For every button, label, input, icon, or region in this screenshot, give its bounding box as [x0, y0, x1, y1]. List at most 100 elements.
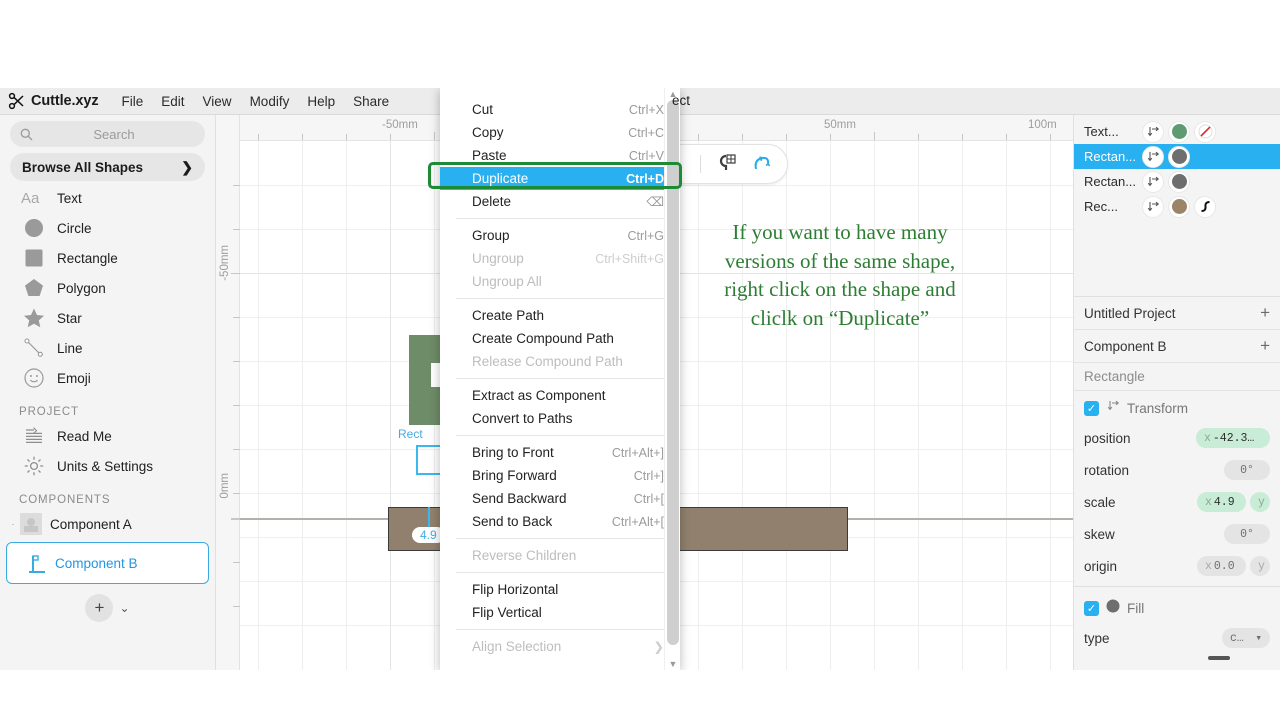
add-project-item-button[interactable]: +: [1260, 303, 1270, 323]
menu-item-bring-forward[interactable]: Bring Forward Ctrl+]: [440, 464, 680, 487]
field-label: scale: [1084, 494, 1116, 510]
search-input[interactable]: Search: [10, 121, 205, 147]
origin-y-input[interactable]: y: [1250, 556, 1270, 576]
sidebar-component-b[interactable]: Component B: [6, 542, 209, 584]
menu-item-paste[interactable]: Paste Ctrl+V: [440, 144, 680, 167]
transform-checkbox[interactable]: ✓: [1084, 401, 1099, 416]
menu-item-create-compound-path[interactable]: Create Compound Path: [440, 327, 680, 350]
transform-icon[interactable]: [1142, 195, 1164, 218]
sidebar-item-emoji[interactable]: Emoji: [0, 363, 215, 393]
add-component-button[interactable]: +: [85, 594, 114, 622]
menu-modify[interactable]: Modify: [241, 92, 299, 111]
scroll-down-arrow-icon[interactable]: ▼: [665, 658, 680, 670]
app-brand[interactable]: Cuttle.xyz: [31, 93, 99, 109]
menu-item-cut[interactable]: Cut Ctrl+X: [440, 98, 680, 121]
menu-item-create-path[interactable]: Create Path: [440, 304, 680, 327]
snap-to-grid-icon[interactable]: [715, 153, 737, 175]
menu-item-send-backward[interactable]: Send Backward Ctrl+[: [440, 487, 680, 510]
field-origin: origin x 0.0 y: [1074, 550, 1280, 582]
scissors-icon[interactable]: [8, 92, 26, 110]
menu-help[interactable]: Help: [298, 92, 344, 111]
fill-swatch-icon[interactable]: [1106, 599, 1120, 618]
fill-color-bar[interactable]: [1074, 656, 1280, 660]
menu-file[interactable]: File: [113, 92, 153, 111]
fill-swatch[interactable]: [1168, 195, 1190, 218]
sidebar-component-a[interactable]: · Component A: [0, 509, 215, 539]
transform-icon[interactable]: [1142, 170, 1164, 193]
menu-item-delete[interactable]: Delete ⌫: [440, 190, 680, 213]
menu-item-extract-as-component[interactable]: Extract as Component: [440, 384, 680, 407]
menu-item-copy[interactable]: Copy Ctrl+C: [440, 121, 680, 144]
browse-all-shapes-button[interactable]: Browse All Shapes ❯: [10, 153, 205, 181]
stroke-curve-icon[interactable]: [1194, 195, 1216, 218]
sidebar-item-line[interactable]: Line: [0, 333, 215, 363]
position-x-input[interactable]: x -42.3…: [1196, 428, 1270, 448]
rotation-input[interactable]: 0°: [1224, 460, 1270, 480]
field-value: 0°: [1240, 527, 1254, 541]
context-menu[interactable]: ▲ ▼ Cut Ctrl+X Copy Ctrl+C Paste Ctrl+V …: [440, 88, 680, 670]
component-row[interactable]: Component B +: [1074, 330, 1280, 363]
menu-share[interactable]: Share: [344, 92, 398, 111]
toolbar-separator: [700, 155, 701, 173]
scale-x-input[interactable]: x 4.9: [1197, 492, 1246, 512]
context-menu-scrollbar[interactable]: ▲ ▼: [664, 88, 680, 670]
no-stroke-icon[interactable]: [1194, 120, 1216, 143]
fill-type-select[interactable]: c… ▾: [1222, 628, 1270, 648]
sidebar-item-star[interactable]: Star: [0, 303, 215, 333]
menu-edit[interactable]: Edit: [152, 92, 193, 111]
field-label: rotation: [1084, 462, 1130, 478]
scale-y-input[interactable]: y: [1250, 492, 1270, 512]
menu-item-duplicate[interactable]: Duplicate Ctrl+D: [440, 167, 680, 190]
menu-item-label: Paste: [472, 148, 507, 163]
sidebar-item-circle[interactable]: Circle: [0, 213, 215, 243]
scrollbar-thumb[interactable]: [667, 100, 679, 645]
rectangle-icon: [19, 246, 49, 270]
menu-item-send-to-back[interactable]: Send to Back Ctrl+Alt+[: [440, 510, 680, 533]
transform-icon[interactable]: [1142, 120, 1164, 143]
fill-checkbox[interactable]: ✓: [1084, 601, 1099, 616]
text-aa-icon: Aa: [19, 186, 49, 210]
sidebar-item-read-me[interactable]: Read Me: [0, 421, 215, 451]
field-rotation: rotation 0°: [1074, 454, 1280, 486]
field-label: origin: [1084, 558, 1118, 574]
layer-row-text[interactable]: Text...: [1074, 119, 1280, 144]
transform-icon: [1106, 399, 1120, 418]
menu-item-convert-to-paths[interactable]: Convert to Paths: [440, 407, 680, 430]
menu-item-label: Group: [472, 228, 510, 243]
layer-row-rectangle-selected[interactable]: Rectan...: [1074, 144, 1280, 169]
layer-row-rect[interactable]: Rec...: [1074, 194, 1280, 219]
layer-row-rectangle[interactable]: Rectan...: [1074, 169, 1280, 194]
chevron-down-icon[interactable]: ⌄: [119, 601, 129, 615]
fill-swatch[interactable]: [1168, 170, 1190, 193]
transform-icon[interactable]: [1142, 145, 1164, 168]
pen-path-icon[interactable]: [751, 153, 773, 175]
fill-swatch[interactable]: [1168, 120, 1190, 143]
browse-all-shapes-label: Browse All Shapes: [22, 159, 144, 175]
polygon-icon: [19, 276, 49, 300]
add-component-item-button[interactable]: +: [1260, 336, 1270, 356]
menu-view[interactable]: View: [194, 92, 241, 111]
context-menu-items: Cut Ctrl+X Copy Ctrl+C Paste Ctrl+V Dupl…: [440, 88, 680, 658]
field-skew: skew 0°: [1074, 518, 1280, 550]
layer-name: Text...: [1084, 124, 1119, 139]
origin-x-input[interactable]: x 0.0: [1197, 556, 1246, 576]
menu-separator: [456, 298, 664, 299]
component-name: Component B: [1084, 338, 1167, 354]
sidebar-item-polygon[interactable]: Polygon: [0, 273, 215, 303]
sidebar-item-units-settings[interactable]: Units & Settings: [0, 451, 215, 481]
menu-item-flip-vertical[interactable]: Flip Vertical: [440, 601, 680, 624]
menu-item-group[interactable]: Group Ctrl+G: [440, 224, 680, 247]
sidebar-item-text[interactable]: Aa Text: [0, 183, 215, 213]
vertical-ruler[interactable]: -50mm 0mm: [216, 115, 240, 670]
menu-item-bring-to-front[interactable]: Bring to Front Ctrl+Alt+]: [440, 441, 680, 464]
transform-label: Transform: [1127, 401, 1189, 416]
menu-item-accel: Ctrl+D: [626, 171, 664, 186]
star-icon: [19, 306, 49, 330]
menu-item-flip-horizontal[interactable]: Flip Horizontal: [440, 578, 680, 601]
project-row[interactable]: Untitled Project +: [1074, 297, 1280, 330]
skew-input[interactable]: 0°: [1224, 524, 1270, 544]
menu-separator: [456, 538, 664, 539]
fill-swatch[interactable]: [1168, 145, 1190, 168]
sidebar-item-rectangle[interactable]: Rectangle: [0, 243, 215, 273]
components-section-header: COMPONENTS: [19, 494, 111, 506]
